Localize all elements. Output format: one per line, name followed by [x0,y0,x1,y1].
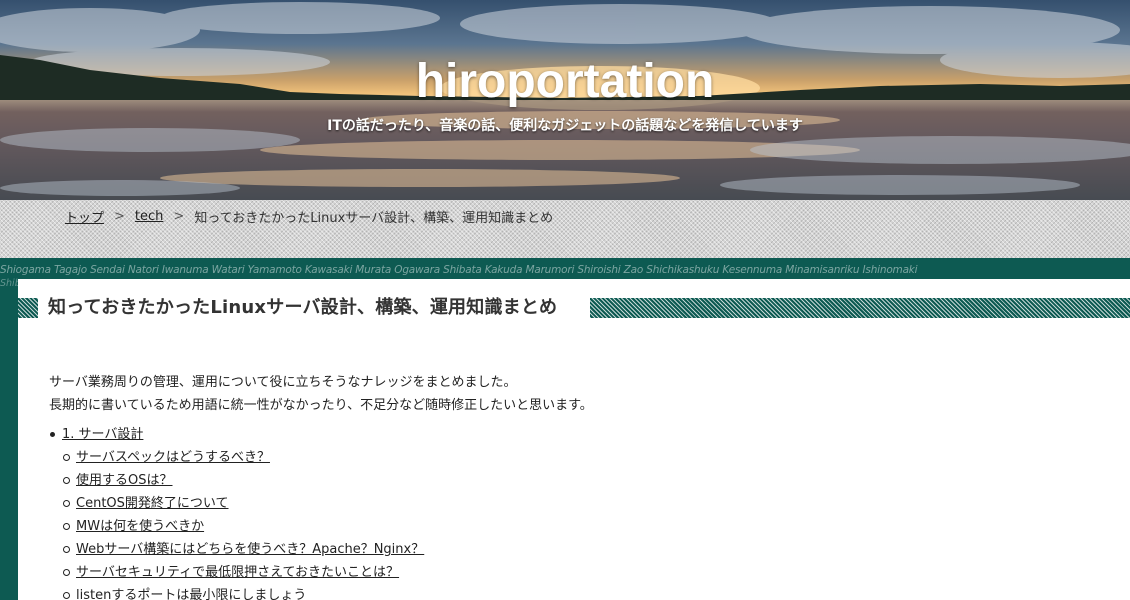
city-names-decoration: Shiogama Tagajo Sendai Natori Iwanuma Wa… [0,264,918,276]
toc-link[interactable]: MWは何を使うべきか [76,519,204,534]
toc-link[interactable]: 1. サーバ設計 [62,427,143,442]
breadcrumb-home-link[interactable]: トップ [65,207,104,226]
intro-line: サーバ業務周りの管理、運用について役に立ちそうなナレッジをまとめました。 [49,375,517,390]
toc-link[interactable]: CentOS開発終了について [76,496,229,511]
toc-item: listenするポートは最小限にしましょう [49,584,424,600]
breadcrumb-separator: > [173,209,185,224]
toc-link[interactable]: listenするポートは最小限にしましょう [76,588,306,600]
breadcrumb-separator: > [114,209,125,224]
intro-line: 長期的に書いているため用語に統一性がなかったり、不足分など随時修正したいと思いま… [49,398,593,413]
header-banner: hiroportation ITの話だったり、音楽の話、便利なガジェットの話題な… [0,0,1130,200]
title-hatch-left [18,298,38,318]
article-card: 知っておきたかったLinuxサーバ設計、構築、運用知識まとめ サーバ業務周りの管… [18,279,1130,600]
article-title: 知っておきたかったLinuxサーバ設計、構築、運用知識まとめ [48,297,558,318]
toc-link[interactable]: Webサーバ構築にはどちらを使うべき？Apache？Nginx？ [76,542,424,557]
site-title[interactable]: hiroportation [0,54,1130,109]
site-tagline: ITの話だったり、音楽の話、便利なガジェットの話題などを発信しています [327,118,803,134]
toc-item: MWは何を使うべきか [49,515,424,538]
toc-item: サーバセキュリティで最低限押さえておきたいことは？ [49,561,424,584]
toc-item: Webサーバ構築にはどちらを使うべき？Apache？Nginx？ [49,538,424,561]
breadcrumb-current: 知っておきたかったLinuxサーバ設計、構築、運用知識まとめ [194,211,554,226]
breadcrumb: トップ > tech > 知っておきたかったLinuxサーバ設計、構築、運用知識… [65,207,553,226]
breadcrumb-category-link[interactable]: tech [135,209,163,224]
toc-item: CentOS開発終了について [49,492,424,515]
title-hatch-right [590,298,1130,318]
toc-link[interactable]: サーバセキュリティで最低限押さえておきたいことは？ [76,565,399,580]
toc-item: サーバスペックはどうするべき？ [49,446,424,469]
toc-link[interactable]: サーバスペックはどうするべき？ [76,450,270,465]
article-intro: サーバ業務周りの管理、運用について役に立ちそうなナレッジをまとめました。 長期的… [49,371,593,417]
toc-link[interactable]: 使用するOSは？ [76,473,173,488]
toc-item: 使用するOSは？ [49,469,424,492]
article-title-row: 知っておきたかったLinuxサーバ設計、構築、運用知識まとめ [18,295,1130,321]
toc-item: 1. サーバ設計 [49,423,424,446]
side-decoration: Shiba Iwate Sends Shiog Natari Iwanu Sen… [0,278,18,289]
table-of-contents: 1. サーバ設計 サーバスペックはどうするべき？ 使用するOSは？ CentOS… [49,423,424,600]
